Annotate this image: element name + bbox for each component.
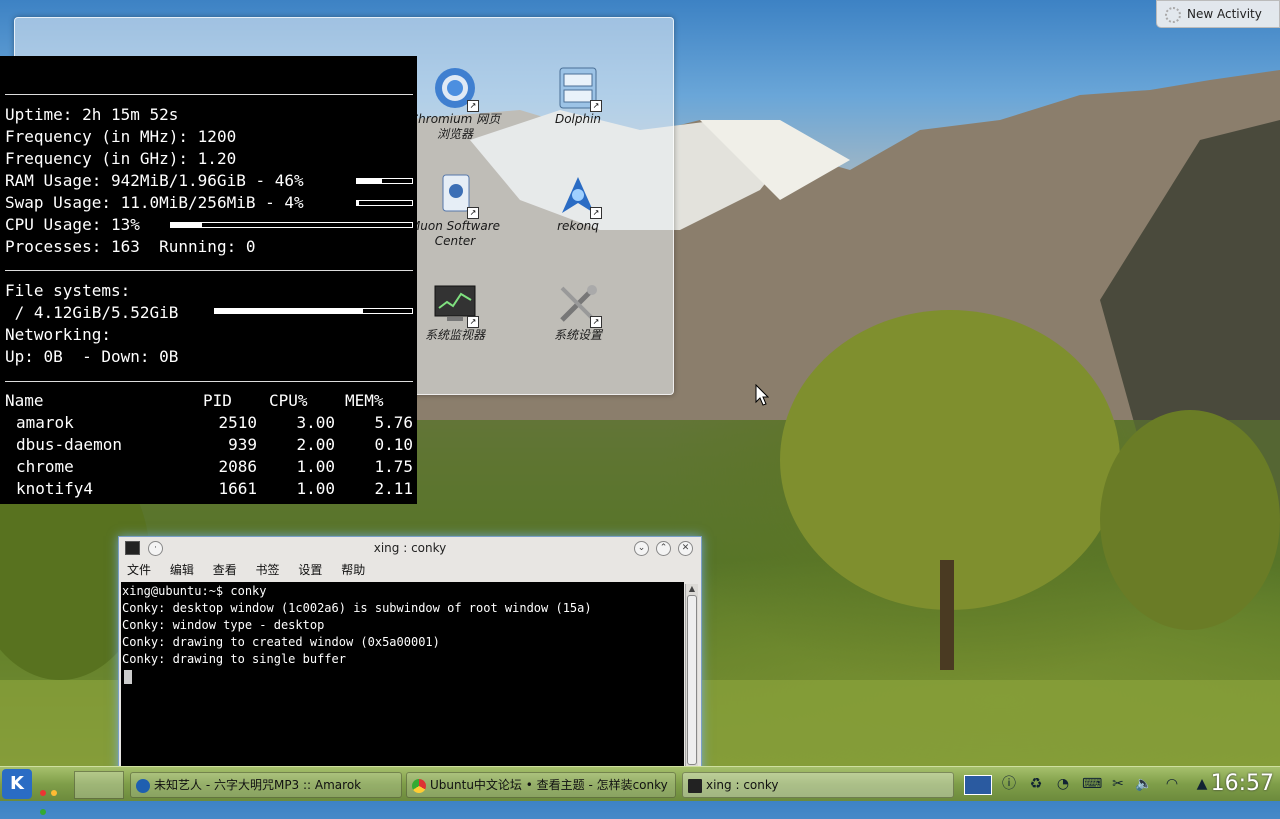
- conky-panel: Uptime: 2h 15m 52s Frequency (in MHz): 1…: [0, 56, 417, 504]
- process-row: knotify4 1661 1.00 2.11: [16, 479, 413, 498]
- clock[interactable]: 16:57: [1211, 769, 1274, 799]
- uptime-row: Uptime: 2h 15m 52s: [5, 105, 179, 124]
- rekonq-icon: ↗: [556, 173, 602, 219]
- icon-label: Muon Software: [409, 219, 501, 233]
- system-monitor-icon: ↗: [433, 282, 479, 328]
- process-row: amarok 2510 3.00 5.76: [16, 413, 413, 432]
- terminal-output[interactable]: xing@ubuntu:~$ conky Conky: desktop wind…: [121, 582, 684, 777]
- terminal-line: Conky: drawing to created window (0x5a00…: [122, 635, 440, 649]
- terminal-line: xing@ubuntu:~$ conky: [122, 584, 267, 598]
- rekonq-shortcut[interactable]: ↗ rekonq: [528, 173, 628, 234]
- title-bar[interactable]: · xing : conky ⌄ ⌃ ✕: [119, 537, 701, 559]
- menu-bar: 文件 编辑 查看 书签 设置 帮助: [119, 559, 701, 581]
- close-button[interactable]: ✕: [678, 541, 693, 556]
- task-amarok[interactable]: 未知艺人 - 六字大明咒MP3 :: Amarok: [130, 772, 402, 798]
- chromium-shortcut[interactable]: ↗ Chromium 网页 浏览器: [405, 66, 505, 142]
- fs-row: / 4.12GiB/5.52GiB: [5, 303, 179, 322]
- chromium-icon: ↗: [433, 66, 479, 112]
- icon-label: Chromium 网页: [409, 112, 501, 126]
- processes-row: Processes: 163 Running: 0: [5, 237, 256, 256]
- icon-label: Dolphin: [554, 112, 602, 126]
- icon-label: 浏览器: [436, 127, 473, 141]
- system-settings-icon: ↗: [556, 282, 602, 328]
- process-row: dbus-daemon 939 2.00 0.10: [16, 435, 413, 454]
- divider: [5, 94, 413, 95]
- fs-label: File systems:: [5, 281, 131, 300]
- swap-row: Swap Usage: 11.0MiB/256MiB - 4%: [5, 193, 304, 212]
- kde-menu-icon[interactable]: K: [2, 769, 32, 799]
- terminal-line: Conky: window type - desktop: [122, 618, 325, 632]
- system-monitor-shortcut[interactable]: ↗ 系统监视器: [405, 282, 505, 343]
- terminal-line: Conky: desktop window (1c002a6) is subwi…: [122, 601, 592, 615]
- minimize-button[interactable]: ⌄: [634, 541, 649, 556]
- freq-ghz-row: Frequency (in GHz): 1.20: [5, 149, 237, 168]
- icon-label: 系统监视器: [424, 328, 485, 342]
- terminal-icon: [688, 778, 702, 793]
- freq-mhz-row: Frequency (in MHz): 1200: [5, 127, 237, 146]
- net-label: Networking:: [5, 325, 111, 344]
- menu-view[interactable]: 查看: [213, 563, 237, 577]
- chrome-icon: [412, 778, 426, 793]
- cpu-bar: [170, 222, 413, 228]
- mouse-cursor: [755, 384, 769, 406]
- menu-help[interactable]: 帮助: [341, 563, 365, 577]
- menu-file[interactable]: 文件: [127, 563, 151, 577]
- amarok-icon: [136, 778, 150, 793]
- divider: [5, 270, 413, 271]
- menu-edit[interactable]: 编辑: [170, 563, 194, 577]
- keyboard-icon[interactable]: ⌨: [1082, 775, 1102, 793]
- terminal-cursor: [124, 670, 132, 684]
- terminal-icon: [125, 541, 140, 555]
- volume-icon[interactable]: 🔈: [1135, 775, 1153, 793]
- net-row: Up: 0B - Down: 0B: [5, 347, 179, 366]
- tray-expand-icon[interactable]: ▲: [1193, 775, 1211, 793]
- update-icon[interactable]: ♻: [1027, 775, 1045, 793]
- muon-shortcut[interactable]: ↗ Muon Software Center: [405, 173, 505, 249]
- menu-bookmarks[interactable]: 书签: [256, 563, 280, 577]
- ram-bar: [356, 178, 413, 184]
- pager-icon[interactable]: [74, 771, 124, 799]
- icon-label: Center: [434, 234, 476, 248]
- activity-icon: [1165, 6, 1181, 23]
- icon-label: rekonq: [557, 219, 599, 233]
- swap-bar: [356, 200, 413, 206]
- fs-bar: [214, 308, 413, 314]
- muon-icon: ↗: [433, 173, 479, 219]
- divider: [5, 381, 413, 382]
- process-row: chrome 2086 1.00 1.75: [16, 457, 413, 476]
- dolphin-icon: ↗: [556, 66, 602, 112]
- activity-dots-icon[interactable]: [40, 781, 64, 815]
- scroll-thumb[interactable]: [687, 595, 697, 765]
- terminal-window[interactable]: · xing : conky ⌄ ⌃ ✕ 文件 编辑 查看 书签 设置 帮助 x…: [118, 536, 702, 778]
- icon-label: 系统设置: [553, 328, 602, 342]
- network-manager-icon[interactable]: ◔: [1054, 775, 1072, 793]
- window-title: xing : conky: [373, 541, 447, 555]
- ram-row: RAM Usage: 942MiB/1.96GiB - 46%: [5, 171, 304, 190]
- info-icon[interactable]: ⓘ: [1000, 775, 1018, 793]
- pin-icon[interactable]: ·: [148, 541, 163, 556]
- scroll-up-icon[interactable]: ▲: [686, 584, 698, 593]
- display-icon[interactable]: [964, 775, 992, 795]
- dolphin-shortcut[interactable]: ↗ Dolphin: [528, 66, 628, 127]
- new-activity-button[interactable]: New Activity: [1156, 0, 1280, 28]
- task-terminal[interactable]: xing : conky: [682, 772, 954, 798]
- system-settings-shortcut[interactable]: ↗ 系统设置: [528, 282, 628, 343]
- maximize-button[interactable]: ⌃: [656, 541, 671, 556]
- scrollbar[interactable]: ▲: [685, 584, 698, 776]
- menu-settings[interactable]: 设置: [298, 563, 322, 577]
- cpu-row: CPU Usage: 13%: [5, 215, 140, 234]
- terminal-line: Conky: drawing to single buffer: [122, 652, 346, 666]
- process-header: Name PID CPU% MEM%: [5, 391, 384, 410]
- wifi-icon[interactable]: ◠: [1163, 775, 1181, 793]
- task-chrome[interactable]: Ubuntu中文论坛 • 查看主题 - 怎样装conky: [406, 772, 676, 798]
- taskbar: K 未知艺人 - 六字大明咒MP3 :: Amarok Ubuntu中文论坛 •…: [0, 766, 1280, 815]
- clipboard-icon[interactable]: ✂: [1109, 775, 1127, 793]
